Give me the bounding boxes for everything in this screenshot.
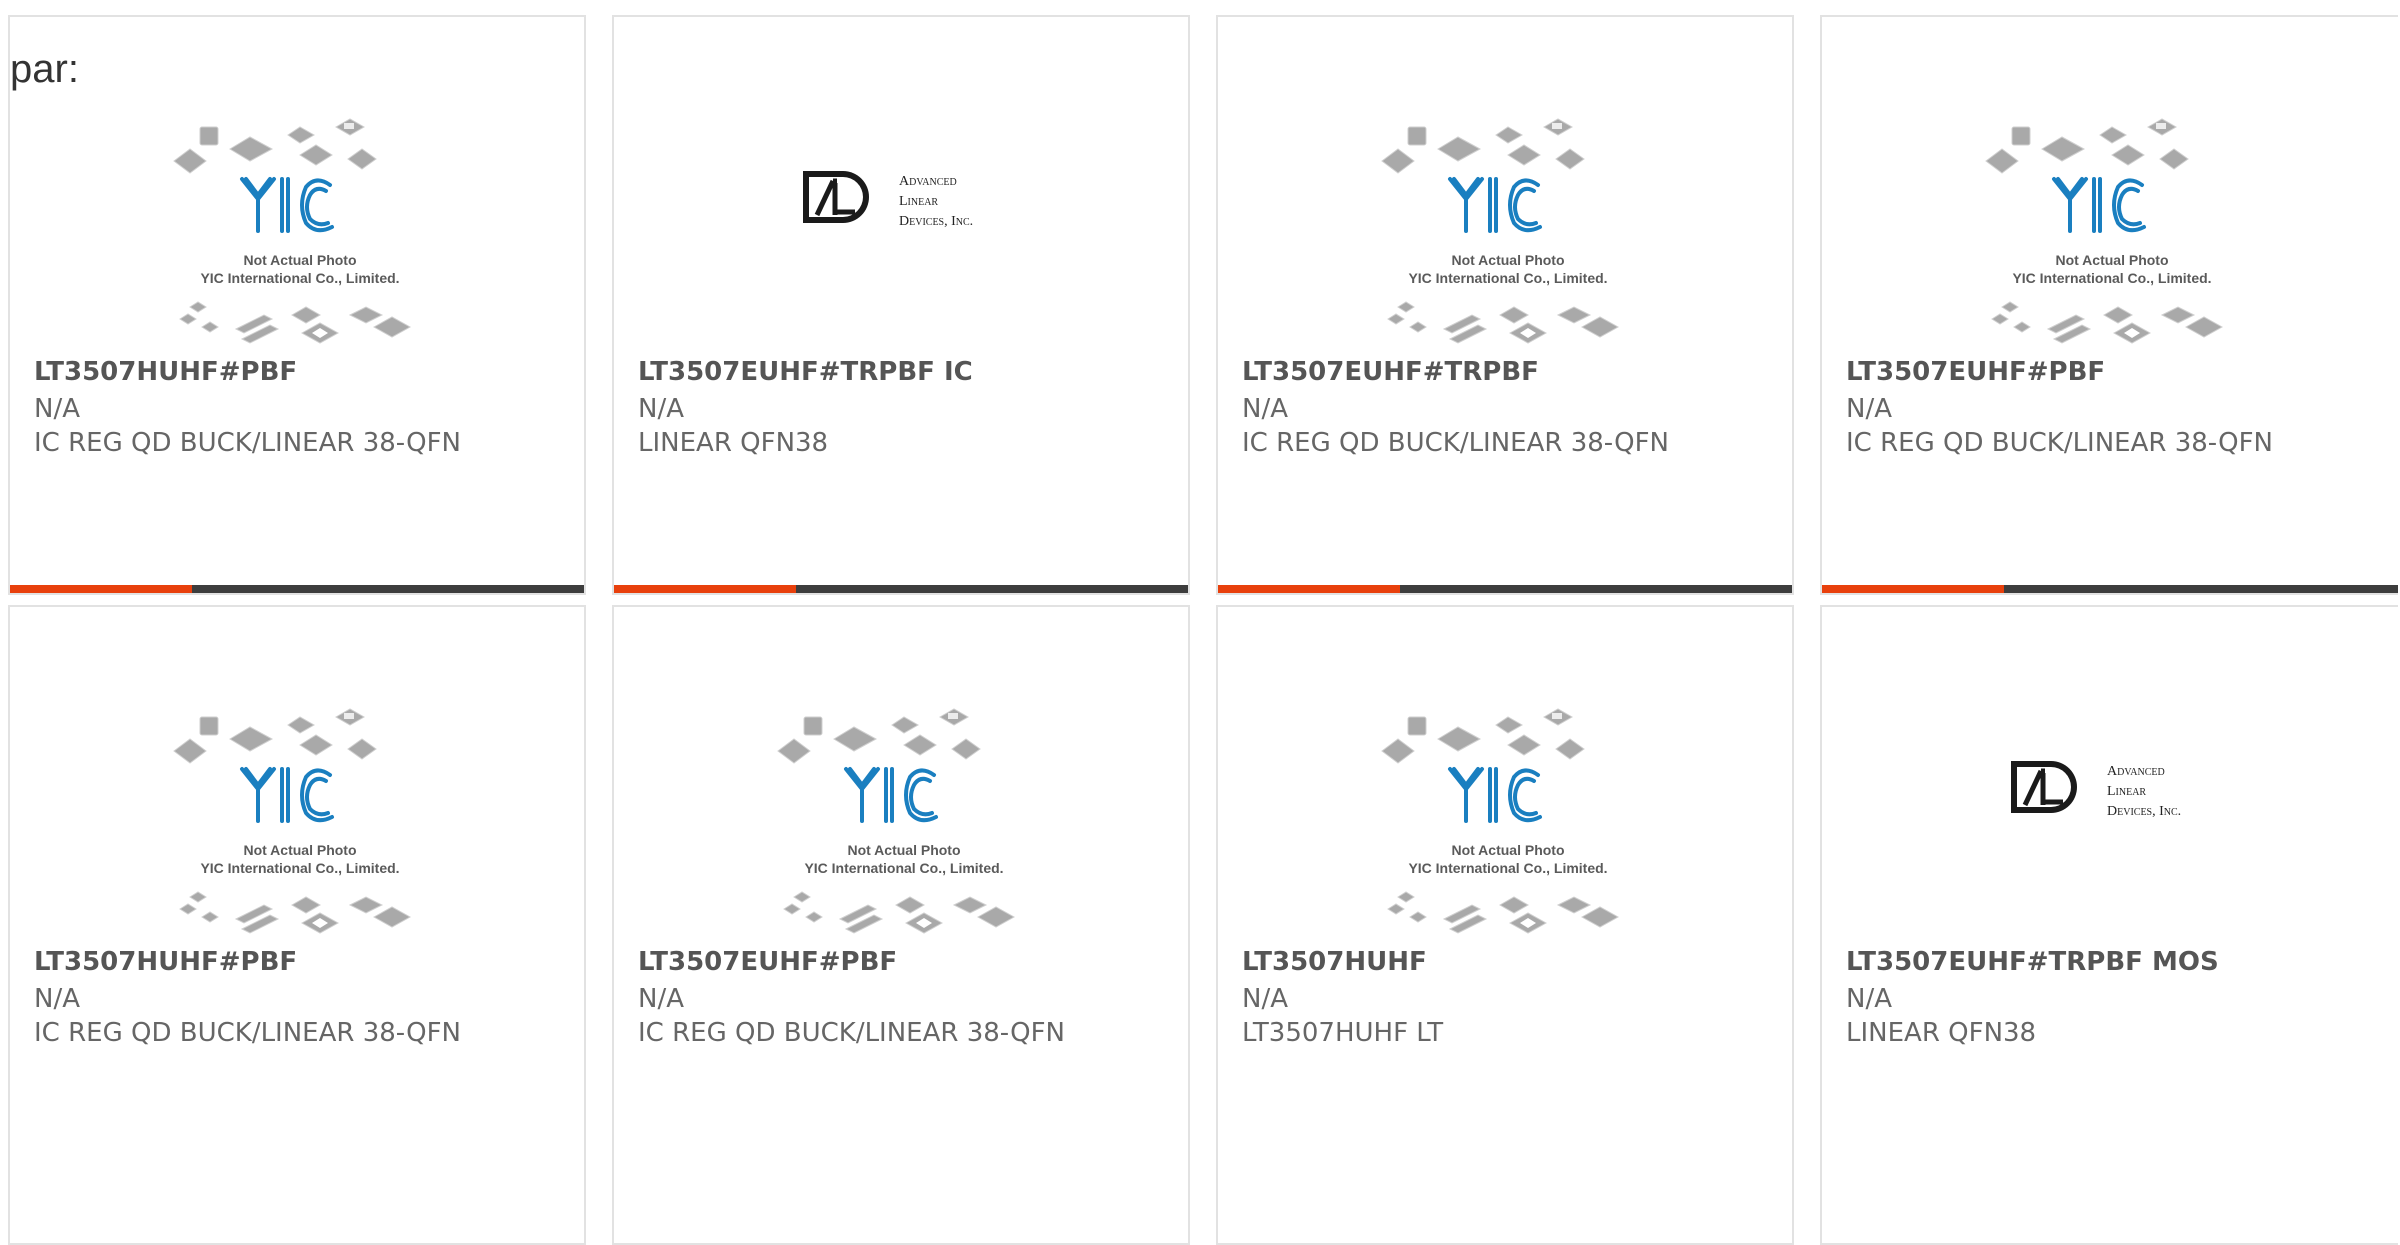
yic-caption-line2: YIC International Co., Limited. bbox=[1408, 860, 1607, 876]
product-card[interactable]: Advanced Linear Devices, Inc. LT3507EUHF… bbox=[612, 15, 1190, 595]
part-number-link[interactable]: LT3507EUHF#TRPBF IC bbox=[638, 357, 973, 387]
part-number-link[interactable]: LT3507HUHF#PBF bbox=[34, 947, 297, 977]
description: IC REG QD BUCK/LINEAR 38-QFN bbox=[1846, 428, 2274, 458]
card-bottom-bar bbox=[10, 585, 584, 593]
card-bottom-bar bbox=[614, 585, 1188, 593]
card-bottom-bar bbox=[1218, 585, 1792, 593]
yic-caption-line2: YIC International Co., Limited. bbox=[2012, 270, 2211, 286]
description: IC REG QD BUCK/LINEAR 38-QFN bbox=[34, 428, 462, 458]
product-card[interactable]: Not Actual Photo YIC International Co., … bbox=[1216, 605, 1794, 1245]
yic-caption-line1: Not Actual Photo bbox=[2055, 252, 2168, 268]
manufacturer: N/A bbox=[1846, 984, 1892, 1014]
part-number-link[interactable]: LT3507EUHF#TRPBF bbox=[1242, 357, 1539, 387]
part-number-link[interactable]: LT3507EUHF#PBF bbox=[1846, 357, 2105, 387]
manufacturer: N/A bbox=[34, 984, 80, 1014]
description: IC REG QD BUCK/LINEAR 38-QFN bbox=[638, 1018, 1066, 1048]
part-number-link[interactable]: LT3507EUHF#TRPBF MOS bbox=[1846, 947, 2219, 977]
description: LINEAR QFN38 bbox=[1846, 1018, 2037, 1048]
product-card[interactable]: Not Actual Photo YIC International Co., … bbox=[612, 605, 1190, 1245]
part-number-link[interactable]: LT3507EUHF#PBF bbox=[638, 947, 897, 977]
manufacturer: N/A bbox=[638, 394, 684, 424]
advanced-linear-devices-logo: Advanced Linear Devices, Inc. bbox=[803, 171, 973, 229]
description: LINEAR QFN38 bbox=[638, 428, 829, 458]
card-accent bbox=[1822, 585, 2004, 593]
product-placeholder-image: Not Actual Photo YIC International Co., … bbox=[1985, 118, 2224, 344]
yic-caption-line1: Not Actual Photo bbox=[1451, 842, 1564, 858]
yic-caption-line1: Not Actual Photo bbox=[1451, 252, 1564, 268]
advanced-linear-devices-logo: Advanced Linear Devices, Inc. bbox=[2011, 761, 2181, 819]
ald-line3: Devices, Inc. bbox=[2107, 804, 2181, 819]
yic-caption-line1: Not Actual Photo bbox=[243, 252, 356, 268]
manufacturer: N/A bbox=[1846, 394, 1892, 424]
yic-caption-line2: YIC International Co., Limited. bbox=[1408, 270, 1607, 286]
ald-line2: Linear bbox=[2107, 784, 2146, 799]
manufacturer: N/A bbox=[1242, 394, 1288, 424]
product-placeholder-image: Not Actual Photo YIC International Co., … bbox=[173, 708, 412, 934]
product-card[interactable]: Advanced Linear Devices, Inc. LT3507EUHF… bbox=[1820, 605, 2398, 1245]
card-accent bbox=[1218, 585, 1400, 593]
product-card[interactable]: Not Actual Photo YIC International Co., … bbox=[1820, 15, 2398, 595]
manufacturer: N/A bbox=[34, 394, 80, 424]
description: LT3507HUHF LT bbox=[1242, 1018, 1444, 1048]
yic-caption-line1: Not Actual Photo bbox=[847, 842, 960, 858]
ald-line1: Advanced bbox=[2107, 764, 2165, 779]
product-card[interactable]: Not Actual Photo YIC International Co., … bbox=[1216, 15, 1794, 595]
ald-line3: Devices, Inc. bbox=[899, 214, 973, 229]
manufacturer: N/A bbox=[638, 984, 684, 1014]
ald-line2: Linear bbox=[899, 194, 938, 209]
product-placeholder-image: Not Actual Photo YIC International Co., … bbox=[1381, 708, 1620, 934]
product-card[interactable]: Not Actual Photo YIC International Co., … bbox=[8, 605, 586, 1245]
product-placeholder-image: Not Actual Photo YIC International Co., … bbox=[777, 708, 1016, 934]
yic-caption-line2: YIC International Co., Limited. bbox=[200, 270, 399, 286]
page-label: par: bbox=[10, 47, 79, 91]
product-placeholder-image: Not Actual Photo YIC International Co., … bbox=[1381, 118, 1620, 344]
part-number-link[interactable]: LT3507HUHF#PBF bbox=[34, 357, 297, 387]
card-bottom-bar bbox=[1822, 585, 2398, 593]
product-card[interactable]: par: Not Actual Photo YIC International … bbox=[8, 15, 586, 595]
card-accent bbox=[614, 585, 796, 593]
product-placeholder-image: Not Actual Photo YIC International Co., … bbox=[173, 118, 412, 344]
yic-caption-line2: YIC International Co., Limited. bbox=[804, 860, 1003, 876]
part-number-link[interactable]: LT3507HUHF bbox=[1242, 947, 1427, 977]
ald-line1: Advanced bbox=[899, 174, 957, 189]
description: IC REG QD BUCK/LINEAR 38-QFN bbox=[1242, 428, 1670, 458]
manufacturer: N/A bbox=[1242, 984, 1288, 1014]
description: IC REG QD BUCK/LINEAR 38-QFN bbox=[34, 1018, 462, 1048]
yic-caption-line1: Not Actual Photo bbox=[243, 842, 356, 858]
yic-caption-line2: YIC International Co., Limited. bbox=[200, 860, 399, 876]
card-accent bbox=[10, 585, 192, 593]
